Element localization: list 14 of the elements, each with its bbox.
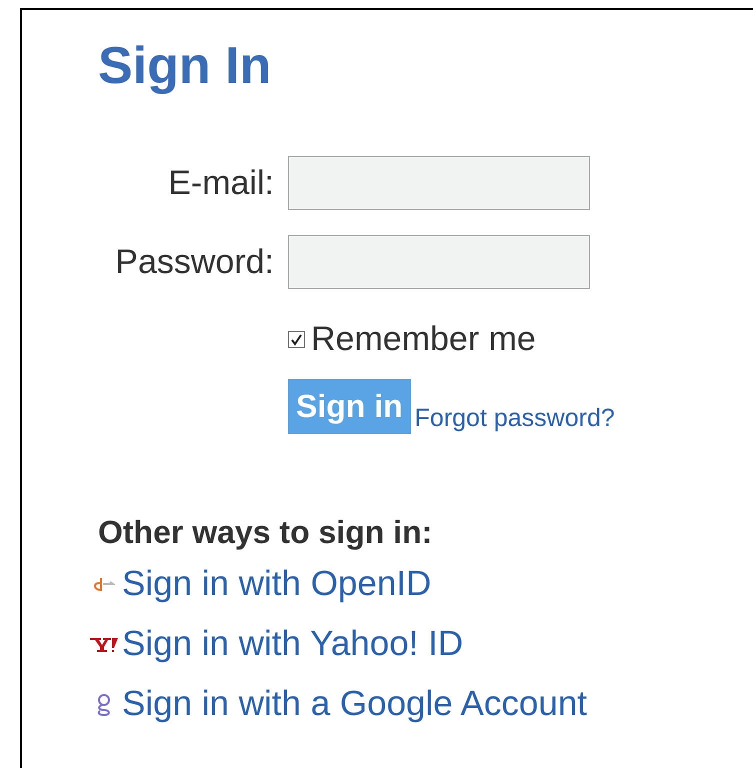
sign-in-link[interactable]: Sign in with Yahoo! ID [122,624,464,664]
section-heading: Other ways to sign in: [98,513,432,552]
sign-in-link[interactable]: Sign in with OpenID [122,564,432,604]
sign-in-link[interactable]: Sign in with a Google Account [122,684,588,724]
field-label: Password: [114,242,274,282]
yahoo-icon [89,635,119,653]
forgot-password-link[interactable]: Forgot password? [414,400,615,436]
input-field[interactable] [288,235,590,289]
page-title: Sign In [98,36,272,97]
field-label: E-mail: [167,163,274,203]
input-field[interactable] [288,156,590,210]
checkbox-label: Remember me [311,319,536,359]
checkbox[interactable] [288,330,305,348]
openid-icon [93,575,115,593]
